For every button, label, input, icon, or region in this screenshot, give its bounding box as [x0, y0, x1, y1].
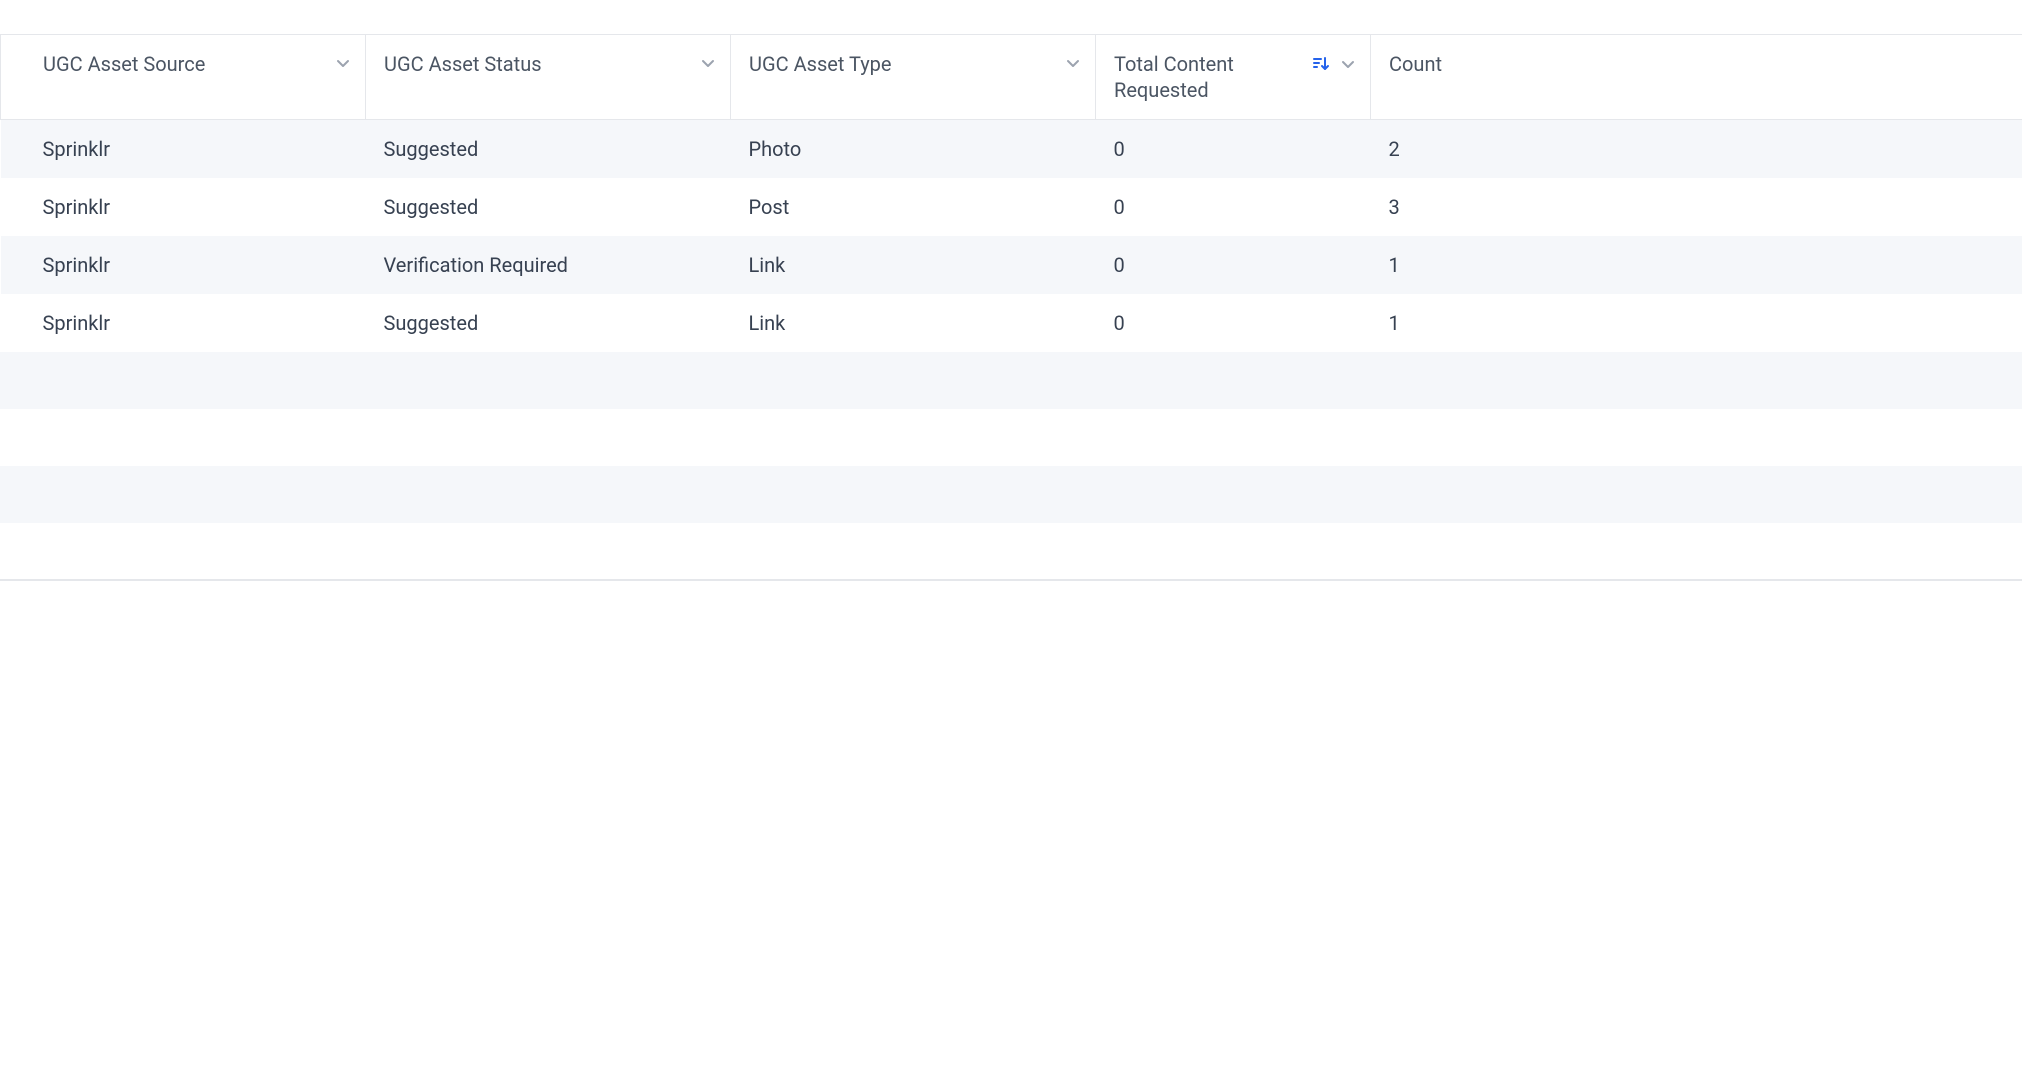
column-header-status[interactable]: UGC Asset Status	[366, 35, 731, 120]
cell-total: 0	[1096, 178, 1371, 236]
chevron-down-icon[interactable]	[700, 55, 716, 71]
column-header-label: Count	[1389, 52, 1442, 76]
cell-type: Link	[731, 294, 1096, 352]
table-header-row: UGC Asset Source UGC Asset Status	[1, 35, 2022, 120]
cell-total: 0	[1096, 120, 1371, 179]
column-header-total[interactable]: Total Content Requested	[1096, 35, 1371, 120]
data-table: UGC Asset Source UGC Asset Status	[0, 34, 2022, 581]
cell-count: 3	[1371, 178, 2022, 236]
column-header-label: UGC Asset Status	[384, 52, 542, 76]
cell-status: Suggested	[366, 178, 731, 236]
column-header-label: UGC Asset Type	[749, 52, 892, 76]
cell-source: Sprinklr	[1, 236, 366, 294]
column-header-label: UGC Asset Source	[43, 52, 205, 76]
cell-status: Verification Required	[366, 236, 731, 294]
cell-count: 1	[1371, 294, 2022, 352]
cell-count: 1	[1371, 236, 2022, 294]
cell-source: Sprinklr	[1, 178, 366, 236]
cell-type: Post	[731, 178, 1096, 236]
table-row[interactable]: SprinklrSuggestedPhoto02	[1, 120, 2022, 179]
chevron-down-icon[interactable]	[1065, 55, 1081, 71]
chevron-down-icon[interactable]	[335, 55, 351, 71]
table-row[interactable]: SprinklrSuggestedPost03	[1, 178, 2022, 236]
column-header-label: Total Content Requested	[1114, 52, 1234, 102]
cell-type: Link	[731, 236, 1096, 294]
cell-source: Sprinklr	[1, 120, 366, 179]
column-header-count[interactable]: Count	[1371, 35, 2022, 120]
chevron-down-icon[interactable]	[1340, 56, 1356, 72]
cell-status: Suggested	[366, 120, 731, 179]
cell-status: Suggested	[366, 294, 731, 352]
cell-type: Photo	[731, 120, 1096, 179]
sort-descending-icon[interactable]	[1312, 55, 1330, 73]
cell-source: Sprinklr	[1, 294, 366, 352]
cell-total: 0	[1096, 236, 1371, 294]
column-header-source[interactable]: UGC Asset Source	[1, 35, 366, 120]
empty-rows-area	[0, 352, 2022, 580]
table-row[interactable]: SprinklrVerification RequiredLink01	[1, 236, 2022, 294]
column-header-type[interactable]: UGC Asset Type	[731, 35, 1096, 120]
table-row[interactable]: SprinklrSuggestedLink01	[1, 294, 2022, 352]
cell-count: 2	[1371, 120, 2022, 179]
cell-total: 0	[1096, 294, 1371, 352]
